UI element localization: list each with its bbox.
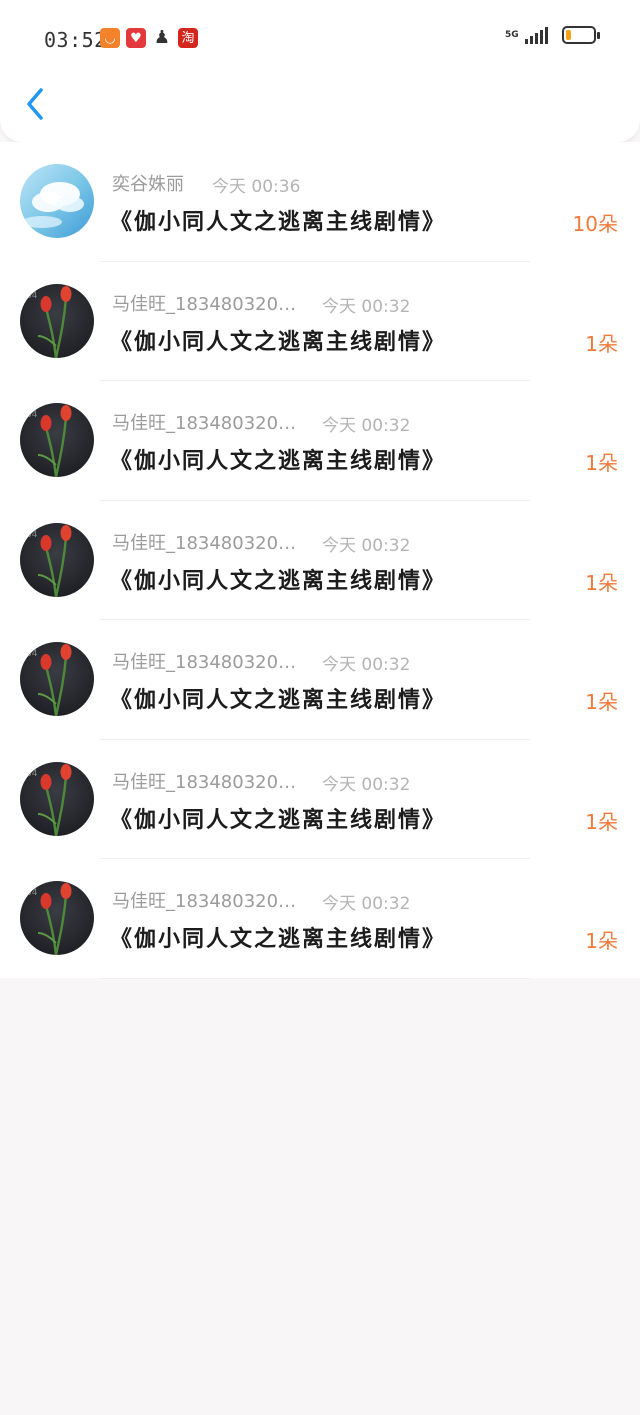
network-label: 5G: [505, 30, 519, 40]
tao-app-icon: 淘: [178, 28, 198, 48]
sender-name: 马佳旺_183480320…: [112, 771, 297, 793]
sender-name: 奕谷姝丽: [112, 174, 184, 195]
work-title[interactable]: 《伽小同人文之逃离主线剧情》: [110, 921, 446, 953]
message-time: 今天 00:32: [322, 416, 411, 436]
message-row[interactable]: 34 马佳旺_183480320… 今天 00:32 《伽小同人文之逃离主线剧情》 1…: [0, 262, 640, 381]
message-list: 奕谷姝丽 今天 00:36 《伽小同人文之逃离主线剧情》 10朵 34 马佳旺_183…: [0, 142, 640, 979]
message-row[interactable]: 34 马佳旺_183480320… 今天 00:32 《伽小同人文之逃离主线剧情》 1…: [0, 620, 640, 740]
flower-count: 1朵: [585, 809, 618, 834]
taobao-icon: ◡: [100, 28, 120, 48]
back-button[interactable]: [22, 86, 48, 122]
message-row[interactable]: 34 马佳旺_183480320… 今天 00:32 《伽小同人文之逃离主线剧情》 1…: [0, 381, 640, 501]
header: [0, 60, 640, 142]
message-time: 今天 00:32: [322, 655, 411, 675]
work-title[interactable]: 《伽小同人文之逃离主线剧情》: [110, 802, 446, 834]
avatar-image: 34: [20, 522, 94, 597]
avatar[interactable]: 34: [20, 522, 94, 597]
avatar-image: 34: [20, 283, 94, 358]
svg-text:34: 34: [26, 410, 38, 420]
message-row[interactable]: 34 马佳旺_183480320… 今天 00:32 《伽小同人文之逃离主线剧情》 1…: [0, 859, 640, 979]
sender-name: 马佳旺_183480320…: [112, 293, 297, 315]
avatar[interactable]: 34: [20, 642, 94, 716]
message-row[interactable]: 奕谷姝丽 今天 00:36 《伽小同人文之逃离主线剧情》 10朵: [0, 142, 640, 262]
flower-count: 1朵: [585, 690, 618, 714]
avatar-image: 34: [20, 881, 94, 955]
clock: 03:52: [44, 28, 107, 52]
svg-text:34: 34: [26, 649, 38, 659]
avatar[interactable]: 34: [20, 283, 94, 358]
flower-count: 1朵: [585, 451, 618, 475]
battery-icon: [562, 26, 600, 44]
system-indicators: 5G: [505, 26, 600, 44]
flower-count: 1朵: [585, 570, 618, 595]
message-time: 今天 00:36: [212, 177, 301, 197]
work-title[interactable]: 《伽小同人文之逃离主线剧情》: [110, 563, 446, 595]
svg-text:34: 34: [26, 769, 38, 779]
message-time: 今天 00:32: [322, 535, 411, 556]
avatar-image: [20, 164, 94, 238]
battery-level: [566, 30, 571, 40]
notification-icons: ◡ ♥ ♟ 淘: [100, 28, 198, 48]
flower-count: 1朵: [585, 331, 618, 356]
work-title[interactable]: 《伽小同人文之逃离主线剧情》: [110, 682, 446, 714]
avatar-image: 34: [20, 761, 94, 836]
avatar[interactable]: 34: [20, 761, 94, 836]
work-title[interactable]: 《伽小同人文之逃离主线剧情》: [110, 204, 446, 236]
message-time: 今天 00:32: [322, 774, 411, 795]
sender-name: 马佳旺_183480320…: [112, 532, 297, 554]
svg-text:34: 34: [26, 291, 38, 301]
signal-icon: [525, 26, 548, 44]
avatar[interactable]: [20, 164, 94, 238]
chevron-left-icon: [27, 88, 43, 120]
sender-name: 马佳旺_183480320…: [112, 413, 297, 434]
sender-name: 马佳旺_183480320…: [112, 891, 297, 912]
heart-app-icon: ♥: [126, 28, 146, 48]
avatar[interactable]: 34: [20, 881, 94, 955]
divider: [100, 977, 530, 979]
svg-text:34: 34: [26, 888, 38, 898]
avatar-image: 34: [20, 403, 94, 477]
message-time: 今天 00:32: [322, 894, 411, 914]
flower-count: 10朵: [572, 212, 618, 236]
work-title[interactable]: 《伽小同人文之逃离主线剧情》: [110, 324, 446, 356]
message-row[interactable]: 34 马佳旺_183480320… 今天 00:32 《伽小同人文之逃离主线剧情》 1…: [0, 501, 640, 620]
sender-name: 马佳旺_183480320…: [112, 652, 297, 673]
svg-text:34: 34: [26, 530, 38, 540]
message-row[interactable]: 34 马佳旺_183480320… 今天 00:32 《伽小同人文之逃离主线剧情》 1…: [0, 740, 640, 859]
flower-count: 1朵: [585, 929, 618, 953]
avatar[interactable]: 34: [20, 403, 94, 477]
qq-icon: ♟: [153, 27, 171, 48]
work-title[interactable]: 《伽小同人文之逃离主线剧情》: [110, 443, 446, 475]
avatar-image: 34: [20, 642, 94, 716]
message-time: 今天 00:32: [322, 296, 411, 317]
